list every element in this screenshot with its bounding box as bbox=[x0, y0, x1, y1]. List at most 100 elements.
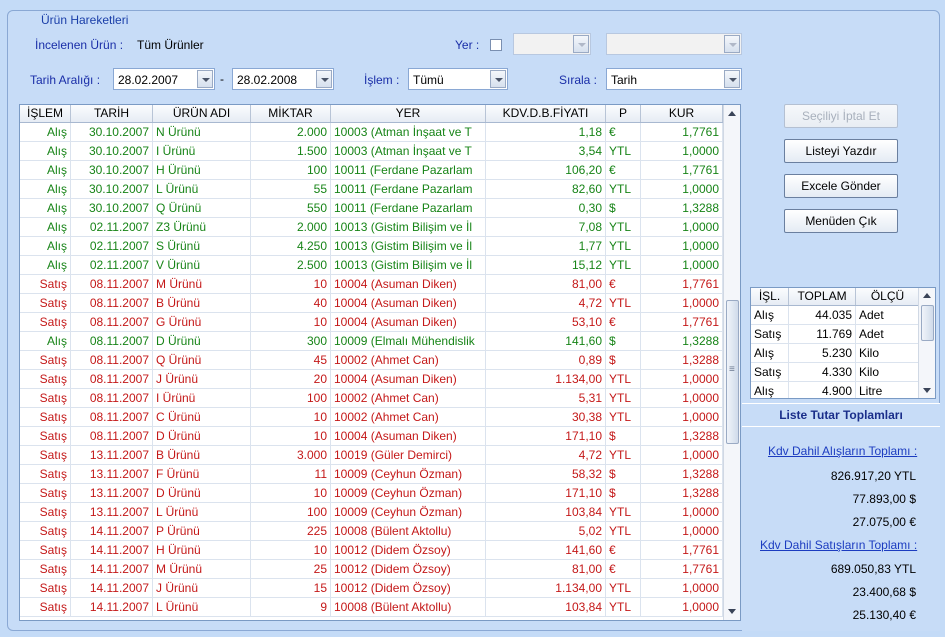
scroll-up-arrow-icon[interactable] bbox=[728, 111, 736, 116]
summary-column-header-toplam[interactable]: TOPLAM bbox=[789, 288, 856, 305]
cell-kur: 1,3288 bbox=[641, 332, 723, 350]
table-row[interactable]: Satış 13.11.2007 D Ürünü 10 10009 (Ceyhun Öz… bbox=[20, 484, 723, 503]
cell-fiyat: 171,10 bbox=[486, 484, 606, 502]
table-row[interactable]: Satış 14.11.2007 L Ürünü 9 10008 (Bülent Akt… bbox=[20, 598, 723, 617]
print-list-button[interactable]: Listeyi Yazdır bbox=[784, 139, 898, 163]
cell-yer: 10019 (Güler Demirci) bbox=[331, 446, 486, 464]
cell-urun-adi: H Ürünü bbox=[153, 541, 251, 559]
satis-totals-link[interactable]: Kdv Dahil Satışların Toplamı : bbox=[760, 538, 917, 552]
export-excel-button[interactable]: Excele Gönder bbox=[784, 174, 898, 198]
cell-tarih: 08.11.2007 bbox=[71, 275, 153, 293]
cell-urun-adi: L Ürünü bbox=[153, 503, 251, 521]
grid-vertical-scrollbar[interactable] bbox=[723, 105, 740, 620]
table-row[interactable]: Satış 13.11.2007 L Ürünü 100 10009 (Ceyhun Ö… bbox=[20, 503, 723, 522]
column-header-yer[interactable]: YER bbox=[331, 105, 486, 122]
table-row[interactable]: Satış 13.11.2007 F Ürünü 11 10009 (Ceyhun Öz… bbox=[20, 465, 723, 484]
cell-kur: 1,0000 bbox=[641, 579, 723, 597]
table-row[interactable]: Satış 14.11.2007 H Ürünü 10 10012 (Didem Özs… bbox=[20, 541, 723, 560]
column-header-islem[interactable]: İŞLEM bbox=[20, 105, 71, 122]
cell-islem: Satış bbox=[20, 465, 71, 483]
scroll-thumb[interactable] bbox=[726, 299, 739, 445]
table-row[interactable]: Satış 08.11.2007 J Ürünü 20 10004 (Asuman Di… bbox=[20, 370, 723, 389]
table-row[interactable]: Satış 08.11.2007 Q Ürünü 45 10002 (Ahmet Can… bbox=[20, 351, 723, 370]
table-row[interactable]: Satış 14.11.2007 J Ürünü 15 10012 (Didem Özs… bbox=[20, 579, 723, 598]
cell-kur: 1,0000 bbox=[641, 408, 723, 426]
cell-tarih: 13.11.2007 bbox=[71, 484, 153, 502]
cell-urun-adi: C Ürünü bbox=[153, 408, 251, 426]
islem-combo[interactable]: Tümü bbox=[408, 68, 508, 90]
cell-fiyat: 81,00 bbox=[486, 275, 606, 293]
column-header-para-birimi[interactable]: P bbox=[606, 105, 641, 122]
cell-para-birimi: $ bbox=[606, 427, 641, 445]
satis-total-eur: 25.130,40 € bbox=[852, 608, 916, 622]
chevron-down-icon[interactable] bbox=[573, 35, 589, 53]
chevron-down-icon[interactable] bbox=[490, 70, 506, 88]
cell-islem: Satış bbox=[20, 503, 71, 521]
cell-islem: Satış bbox=[20, 275, 71, 293]
chevron-down-icon[interactable] bbox=[724, 35, 740, 53]
table-row[interactable]: Satış 08.11.2007 M Ürünü 10 10004 (Asuman Di… bbox=[20, 275, 723, 294]
table-row[interactable]: Satış 08.11.2007 C Ürünü 10 10002 (Ahmet Can… bbox=[20, 408, 723, 427]
totals-divider bbox=[742, 426, 940, 427]
column-header-tarih[interactable]: TARİH bbox=[71, 105, 153, 122]
table-row[interactable]: Satış 14.11.2007 M Ürünü 25 10012 (Didem Özs… bbox=[20, 560, 723, 579]
summary-row[interactable]: Satış 11.769 Adet bbox=[751, 325, 920, 344]
scroll-down-arrow-icon[interactable] bbox=[728, 609, 736, 614]
cell-para-birimi: € bbox=[606, 560, 641, 578]
cancel-selected-button[interactable]: Seçiliyi İptal Et bbox=[784, 104, 898, 128]
calendar-dropdown-icon[interactable] bbox=[197, 70, 213, 88]
exit-menu-button[interactable]: Menüden Çık bbox=[784, 209, 898, 233]
column-header-miktar[interactable]: MİKTAR bbox=[251, 105, 331, 122]
yer-type-combo[interactable] bbox=[513, 33, 591, 55]
summary-row[interactable]: Alış 4.900 Litre bbox=[751, 382, 920, 398]
table-row[interactable]: Satış 14.11.2007 P Ürünü 225 10008 (Bülent A… bbox=[20, 522, 723, 541]
column-header-kur[interactable]: KUR bbox=[641, 105, 723, 122]
date-to-picker[interactable]: 28.02.2008 bbox=[232, 68, 334, 90]
summary-row[interactable]: Satış 4.330 Kilo bbox=[751, 363, 920, 382]
summary-vertical-scrollbar[interactable] bbox=[918, 288, 935, 398]
alis-totals-link[interactable]: Kdv Dahil Alışların Toplamı : bbox=[768, 444, 917, 458]
cell-tarih: 30.10.2007 bbox=[71, 180, 153, 198]
table-row[interactable]: Alış 30.10.2007 L Ürünü 55 10011 (Ferdane Pa… bbox=[20, 180, 723, 199]
scroll-thumb[interactable] bbox=[921, 305, 934, 341]
summary-column-header-isl[interactable]: İŞL. bbox=[751, 288, 789, 305]
alis-total-ytl: 826.917,20 YTL bbox=[830, 469, 916, 483]
cell-kur: 1,0000 bbox=[641, 446, 723, 464]
movements-grid[interactable]: İŞLEM TARİH ÜRÜN ADI MİKTAR YER KDV.D.B.FİYAT… bbox=[19, 104, 741, 621]
column-header-urun-adi[interactable]: ÜRÜN ADI bbox=[153, 105, 251, 122]
table-row[interactable]: Satış 08.11.2007 D Ürünü 10 10004 (Asuman Di… bbox=[20, 427, 723, 446]
islem-label: İşlem : bbox=[364, 73, 400, 87]
yer-select-combo[interactable] bbox=[606, 33, 742, 55]
yer-checkbox[interactable] bbox=[490, 39, 502, 51]
cell-yer: 10002 (Ahmet Can) bbox=[331, 351, 486, 369]
cell-yer: 10003 (Atman İnşaat ve T bbox=[331, 142, 486, 160]
table-row[interactable]: Satış 08.11.2007 I Ürünü 100 10002 (Ahmet Ca… bbox=[20, 389, 723, 408]
summary-row[interactable]: Alış 5.230 Kilo bbox=[751, 344, 920, 363]
summary-grid[interactable]: İŞL. TOPLAM ÖLÇÜ Alış 44.035 Adet Satış 11.769… bbox=[750, 287, 936, 399]
table-row[interactable]: Satış 13.11.2007 B Ürünü 3.000 10019 (Güler … bbox=[20, 446, 723, 465]
summary-row[interactable]: Alış 44.035 Adet bbox=[751, 306, 920, 325]
sirala-combo[interactable]: Tarih bbox=[606, 68, 742, 90]
table-row[interactable]: Alış 02.11.2007 V Ürünü 2.500 10013 (Gistim … bbox=[20, 256, 723, 275]
table-row[interactable]: Alış 30.10.2007 N Ürünü 2.000 10003 (Atman İ… bbox=[20, 123, 723, 142]
calendar-dropdown-icon[interactable] bbox=[316, 70, 332, 88]
table-row[interactable]: Alış 02.11.2007 S Ürünü 4.250 10013 (Gistim … bbox=[20, 237, 723, 256]
scroll-up-arrow-icon[interactable] bbox=[923, 293, 931, 298]
summary-grid-header: İŞL. TOPLAM ÖLÇÜ bbox=[751, 288, 920, 306]
table-row[interactable]: Satış 08.11.2007 B Ürünü 40 10004 (Asuman Di… bbox=[20, 294, 723, 313]
date-from-picker[interactable]: 28.02.2007 bbox=[113, 68, 215, 90]
table-row[interactable]: Alış 30.10.2007 I Ürünü 1.500 10003 (Atman İ… bbox=[20, 142, 723, 161]
table-row[interactable]: Alış 02.11.2007 Z3 Ürünü 2.000 10013 (Gistim… bbox=[20, 218, 723, 237]
chevron-down-icon[interactable] bbox=[724, 70, 740, 88]
summary-column-header-olcu[interactable]: ÖLÇÜ bbox=[856, 288, 920, 305]
scroll-down-arrow-icon[interactable] bbox=[923, 388, 931, 393]
sirala-value: Tarih bbox=[611, 73, 638, 87]
cell-miktar: 2.000 bbox=[251, 218, 331, 236]
cell-para-birimi: $ bbox=[606, 465, 641, 483]
table-row[interactable]: Alış 08.11.2007 D Ürünü 300 10009 (Elmalı Mü… bbox=[20, 332, 723, 351]
column-header-fiyat[interactable]: KDV.D.B.FİYATI bbox=[486, 105, 606, 122]
table-row[interactable]: Alış 30.10.2007 Q Ürünü 550 10011 (Ferdane P… bbox=[20, 199, 723, 218]
table-row[interactable]: Satış 08.11.2007 G Ürünü 10 10004 (Asuman Di… bbox=[20, 313, 723, 332]
table-row[interactable]: Alış 30.10.2007 H Ürünü 100 10011 (Ferdane P… bbox=[20, 161, 723, 180]
cell-islem: Satış bbox=[20, 370, 71, 388]
